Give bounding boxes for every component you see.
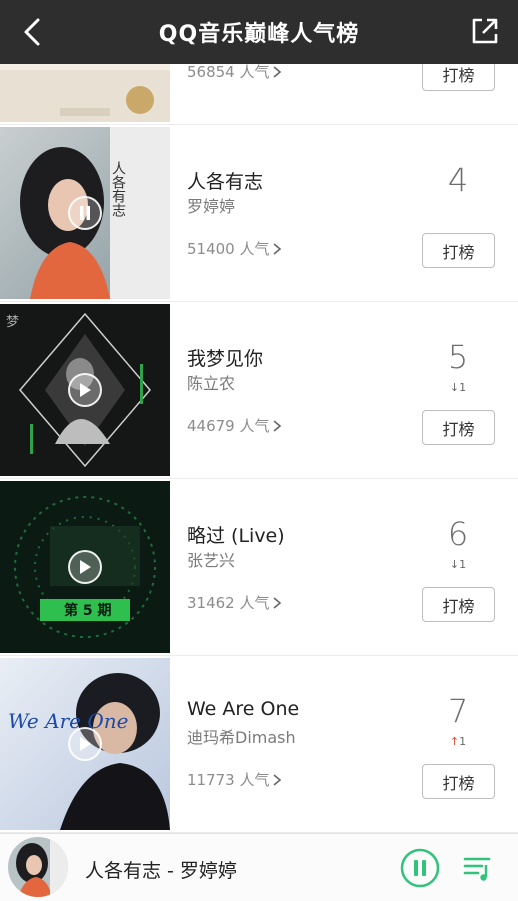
rank-number: 6	[447, 515, 469, 553]
list-item[interactable]: 第 5 期 略过 (Live) 张艺兴 31462 人气 6 ↓1 打榜	[0, 479, 518, 656]
pause-button[interactable]	[68, 196, 102, 230]
play-button[interactable]	[68, 550, 102, 584]
now-playing-title[interactable]: 人各有志 - 罗婷婷	[85, 856, 237, 883]
mini-player[interactable]: 人各有志 - 罗婷婷	[0, 833, 518, 901]
rank-change-value: 1	[459, 735, 467, 748]
song-title[interactable]: 略过 (Live)	[187, 521, 285, 548]
rank-change: ↑1	[430, 735, 486, 748]
rank-change-value: 1	[459, 558, 467, 571]
rank-number: 7	[447, 692, 469, 730]
album-cover[interactable]: 梦	[0, 304, 170, 476]
chevron-right-icon	[272, 65, 281, 78]
rank-number: 4	[447, 161, 469, 199]
rank-change-value: 1	[459, 381, 467, 394]
vote-button[interactable]: 打榜	[422, 233, 495, 268]
play-icon	[80, 560, 91, 574]
song-title[interactable]: We Are One	[187, 698, 299, 720]
vote-button[interactable]: 打榜	[422, 587, 495, 622]
vote-button[interactable]: 打榜	[422, 410, 495, 445]
song-title[interactable]: 人各有志	[187, 167, 263, 194]
artist-name[interactable]: 罗婷婷	[187, 193, 235, 217]
pause-icon[interactable]	[400, 848, 440, 888]
cover-text: 人各有志	[110, 161, 126, 217]
list-item[interactable]: We Are One We Are One 迪玛希Dimash 11773 人气…	[0, 656, 518, 833]
popularity-value: 44679 人气	[187, 417, 270, 435]
page-title: QQ音乐巅峰人气榜	[158, 22, 360, 47]
back-arrow-icon[interactable]	[18, 16, 48, 48]
popularity[interactable]: 56854 人气	[187, 61, 282, 82]
chevron-right-icon	[272, 419, 281, 432]
popularity-value: 31462 人气	[187, 594, 270, 612]
popularity-value: 11773 人气	[187, 771, 270, 789]
artist-name[interactable]: 张艺兴	[187, 547, 235, 571]
arrow-down-icon: ↓	[449, 381, 460, 394]
pause-icon	[80, 206, 90, 220]
popularity[interactable]: 51400 人气	[187, 238, 282, 259]
rank-number: 5	[447, 338, 469, 376]
share-icon[interactable]	[470, 16, 500, 46]
rank-change: ↓1	[430, 558, 486, 571]
cover-text: We Are One	[8, 709, 128, 733]
play-icon	[80, 737, 91, 751]
album-cover[interactable]: 第 5 期	[0, 481, 170, 653]
cover-text: 梦	[6, 315, 19, 330]
list-item[interactable]: 梦 我梦见你 陈立农 44679 人气 5 ↓1 打榜	[0, 302, 518, 479]
album-cover[interactable]: 人各有志	[0, 127, 170, 299]
arrow-down-icon: ↓	[449, 558, 460, 571]
chart-list: 桥 心桥 56854 人气 3 打榜 人各有志 人各	[0, 0, 518, 833]
popularity-value: 51400 人气	[187, 240, 270, 258]
popularity[interactable]: 44679 人气	[187, 415, 282, 436]
artist-name[interactable]: 陈立农	[187, 370, 235, 394]
arrow-up-icon: ↑	[449, 735, 460, 748]
rank-change: ↓1	[430, 381, 486, 394]
vote-button[interactable]: 打榜	[422, 764, 495, 799]
popularity-value: 56854 人气	[187, 63, 270, 81]
popularity[interactable]: 31462 人气	[187, 592, 282, 613]
playlist-icon[interactable]	[462, 852, 494, 884]
top-bar: QQ音乐巅峰人气榜	[0, 0, 518, 64]
chevron-right-icon	[272, 596, 281, 609]
chevron-right-icon	[272, 773, 281, 786]
play-icon	[80, 383, 91, 397]
now-playing-cover[interactable]	[8, 837, 68, 897]
chevron-right-icon	[272, 242, 281, 255]
play-button[interactable]	[68, 727, 102, 761]
popularity[interactable]: 11773 人气	[187, 769, 282, 790]
list-item[interactable]: 人各有志 人各有志 罗婷婷 51400 人气 4 打榜	[0, 125, 518, 302]
album-cover[interactable]: We Are One	[0, 658, 170, 830]
song-title[interactable]: 我梦见你	[187, 344, 263, 371]
artist-name[interactable]: 迪玛希Dimash	[187, 724, 296, 748]
play-button[interactable]	[68, 373, 102, 407]
cover-text: 第 5 期	[64, 602, 112, 619]
